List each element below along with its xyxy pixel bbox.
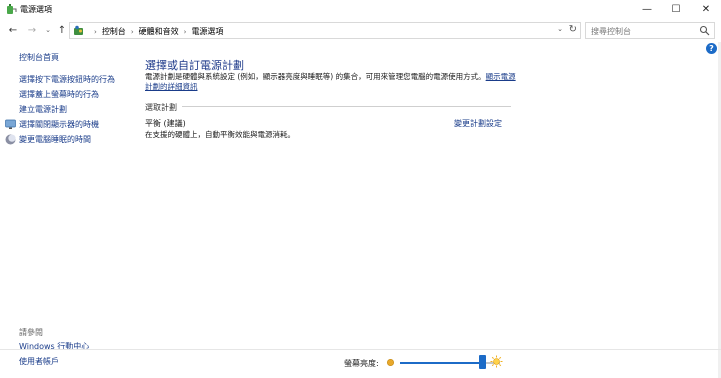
title-bar: 電源選項 — ☐ ✕ (0, 0, 721, 19)
address-bar[interactable]: › 控制台 › 硬體和音效 › 電源選項 ⌄ ↻ (69, 22, 581, 39)
search-placeholder: 搜尋控制台 (591, 27, 631, 36)
breadcrumb-separator: › (94, 27, 97, 36)
sidebar-link-user-accounts[interactable]: 使用者帳戶 (19, 356, 59, 367)
sidebar-link-action-center[interactable]: Windows 行動中心 (19, 341, 89, 352)
display-icon (5, 119, 16, 129)
moon-icon (5, 134, 16, 145)
bright-sun-icon (490, 355, 503, 368)
plan-name[interactable]: 平衡 (建議) (145, 118, 186, 129)
dim-sun-icon (386, 358, 395, 367)
brightness-slider-fill (400, 362, 482, 364)
sidebar: 控制台首頁 選擇按下電源按鈕時的行為 選擇蓋上螢幕時的行為 建立電源計劃 選擇關… (0, 44, 135, 378)
search-icon (699, 25, 710, 36)
breadcrumb-separator[interactable]: › (184, 28, 187, 36)
sidebar-item-create-plan[interactable]: 建立電源計劃 (19, 104, 67, 115)
brightness-label: 螢幕亮度: (344, 359, 379, 368)
page-title: 選擇或自訂電源計劃 (145, 59, 244, 72)
description-text: 電源計劃是硬體與系統設定 (例如，顯示器亮度與睡眠等) 的集合，可用來管理您電腦… (145, 72, 486, 81)
section-divider (182, 106, 511, 107)
help-icon[interactable]: ? (706, 43, 717, 54)
address-dropdown-icon[interactable]: ⌄ (557, 25, 563, 33)
breadcrumb-item-power-options[interactable]: 電源選項 (191, 26, 223, 37)
breadcrumb-separator[interactable]: › (131, 28, 134, 36)
page-description: 電源計劃是硬體與系統設定 (例如，顯示器亮度與睡眠等) 的集合，可用來管理您電腦… (145, 72, 517, 92)
control-panel-icon (74, 25, 83, 35)
power-options-icon (7, 4, 17, 14)
search-input[interactable]: 搜尋控制台 (585, 22, 715, 39)
refresh-icon[interactable]: ↻ (569, 24, 577, 35)
breadcrumb: › 控制台 › 硬體和音效 › 電源選項 (89, 26, 223, 37)
close-button[interactable]: ✕ (691, 0, 721, 19)
change-plan-settings-link[interactable]: 變更計劃設定 (454, 118, 502, 129)
sidebar-item-display-off[interactable]: 選擇關閉顯示器的時機 (19, 119, 99, 130)
minimize-button[interactable]: — (632, 0, 662, 19)
maximize-button[interactable]: ☐ (661, 0, 691, 19)
sidebar-item-control-panel-home[interactable]: 控制台首頁 (19, 52, 59, 63)
breadcrumb-item-hardware-sound[interactable]: 硬體和音效 (139, 26, 179, 37)
bottom-divider (0, 349, 721, 350)
recent-locations-dropdown[interactable]: ⌄ (41, 23, 55, 37)
breadcrumb-item-control-panel[interactable]: 控制台 (102, 26, 126, 37)
see-also-heading: 請參閱 (19, 328, 43, 337)
up-button[interactable]: ↑ (55, 23, 69, 37)
address-row: ← → ⌄ ↑ › 控制台 › 硬體和音效 › 電源選項 ⌄ ↻ 搜尋控制台 (0, 19, 721, 42)
back-button[interactable]: ← (6, 23, 20, 37)
brightness-slider-thumb[interactable] (478, 355, 486, 369)
section-label: 選取計劃 (145, 103, 177, 112)
window-title: 電源選項 (20, 5, 52, 14)
plan-description: 在支援的硬體上，自動平衡效能與電源消耗。 (145, 130, 295, 139)
sidebar-item-lid-close[interactable]: 選擇蓋上螢幕時的行為 (19, 89, 99, 100)
forward-button[interactable]: → (25, 23, 39, 37)
sidebar-item-sleep-time[interactable]: 變更電腦睡眠的時間 (19, 134, 91, 145)
sidebar-item-power-button[interactable]: 選擇按下電源按鈕時的行為 (19, 74, 115, 85)
